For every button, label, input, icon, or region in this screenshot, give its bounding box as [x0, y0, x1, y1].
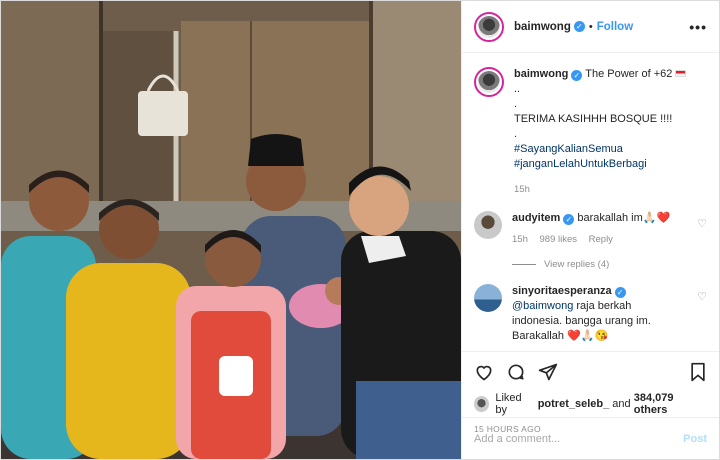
comment-username[interactable]: sinyoritaesperanza: [512, 285, 612, 297]
add-comment-input[interactable]: [474, 432, 684, 445]
comment-text: barakallah im: [577, 212, 643, 224]
instagram-post: baimwong ✓ • Follow ••• baimwong ✓ The Po…: [0, 0, 720, 460]
post-header: baimwong ✓ • Follow •••: [462, 1, 719, 53]
bookmark-icon[interactable]: [689, 362, 707, 382]
comment-item: sinyoritaesperanza ✓ @baimwong raja berka…: [474, 284, 707, 344]
author-username[interactable]: baimwong: [514, 21, 571, 33]
post-comment-button[interactable]: Post: [683, 433, 707, 445]
reply-button[interactable]: Reply: [589, 234, 613, 245]
separator-dot: •: [588, 20, 593, 33]
commenter-avatar[interactable]: [474, 211, 502, 239]
comment-icon[interactable]: [506, 362, 526, 382]
view-replies-button[interactable]: View replies (4): [512, 259, 707, 270]
family-photo-illustration: [1, 1, 461, 459]
comment-mention[interactable]: @baimwong: [512, 300, 573, 312]
comments-section: baimwong ✓ The Power of +62 .. . TERIMA K…: [462, 53, 719, 351]
liked-by-user[interactable]: potret_seleb_: [538, 398, 610, 410]
comment-emoji: ❤️🙏🏻😘: [567, 330, 609, 342]
caption-line: TERIMA KASIHHH BOSQUE !!!!: [514, 113, 673, 125]
more-options-icon[interactable]: •••: [689, 19, 707, 35]
hashtag-link[interactable]: #janganLelahUntukBerbagi: [514, 157, 694, 172]
post-caption: baimwong ✓ The Power of +62 .. . TERIMA K…: [474, 67, 707, 197]
verified-badge-icon: ✓: [573, 21, 585, 32]
comment-age: 15h: [512, 234, 528, 245]
caption-text: The Power of +62: [585, 68, 673, 80]
post-details-panel: baimwong ✓ • Follow ••• baimwong ✓ The Po…: [461, 1, 719, 459]
comment-username[interactable]: audyitem: [512, 212, 560, 224]
action-icons-row: [474, 360, 707, 384]
author-avatar[interactable]: [474, 11, 504, 42]
caption-line-dot: .: [514, 98, 518, 110]
post-photo[interactable]: [1, 1, 461, 459]
add-comment-bar: Post: [462, 417, 719, 459]
liked-by-and: and: [612, 398, 631, 410]
replies-divider: [512, 264, 536, 265]
comment-emoji: 🙏🏻❤️: [642, 212, 671, 224]
caption-line-dot: .: [514, 128, 518, 140]
heart-icon[interactable]: [474, 362, 494, 382]
hashtag-link[interactable]: #SayangKalianSemua: [514, 142, 694, 157]
comment-likes[interactable]: 989 likes: [540, 234, 578, 245]
liked-by-count[interactable]: 384,079 others: [634, 392, 707, 416]
share-icon[interactable]: [538, 362, 558, 382]
caption-username[interactable]: baimwong: [514, 68, 568, 80]
follow-button[interactable]: Follow: [597, 21, 633, 33]
commenter-avatar[interactable]: [474, 284, 502, 312]
comment-item: audyitem ✓ barakallah im🙏🏻❤️ 15h 989 like…: [474, 211, 707, 247]
verified-badge-icon: ✓: [571, 70, 583, 81]
like-comment-heart-icon[interactable]: ♡: [697, 217, 707, 230]
view-replies-label: View replies (4): [544, 259, 610, 270]
indonesia-flag-icon: [675, 70, 687, 77]
verified-badge-icon: ✓: [563, 214, 575, 225]
liked-by-line: Liked by potret_seleb_ and 384,079 other…: [474, 392, 707, 416]
caption-author-avatar[interactable]: [474, 67, 504, 97]
liker-avatar[interactable]: [474, 396, 490, 412]
verified-badge-icon: ✓: [614, 287, 626, 298]
like-comment-heart-icon[interactable]: ♡: [697, 290, 707, 303]
liked-by-prefix: Liked by: [495, 392, 522, 416]
caption-age: 15h: [514, 184, 530, 195]
caption-text-suffix: ..: [514, 83, 521, 95]
